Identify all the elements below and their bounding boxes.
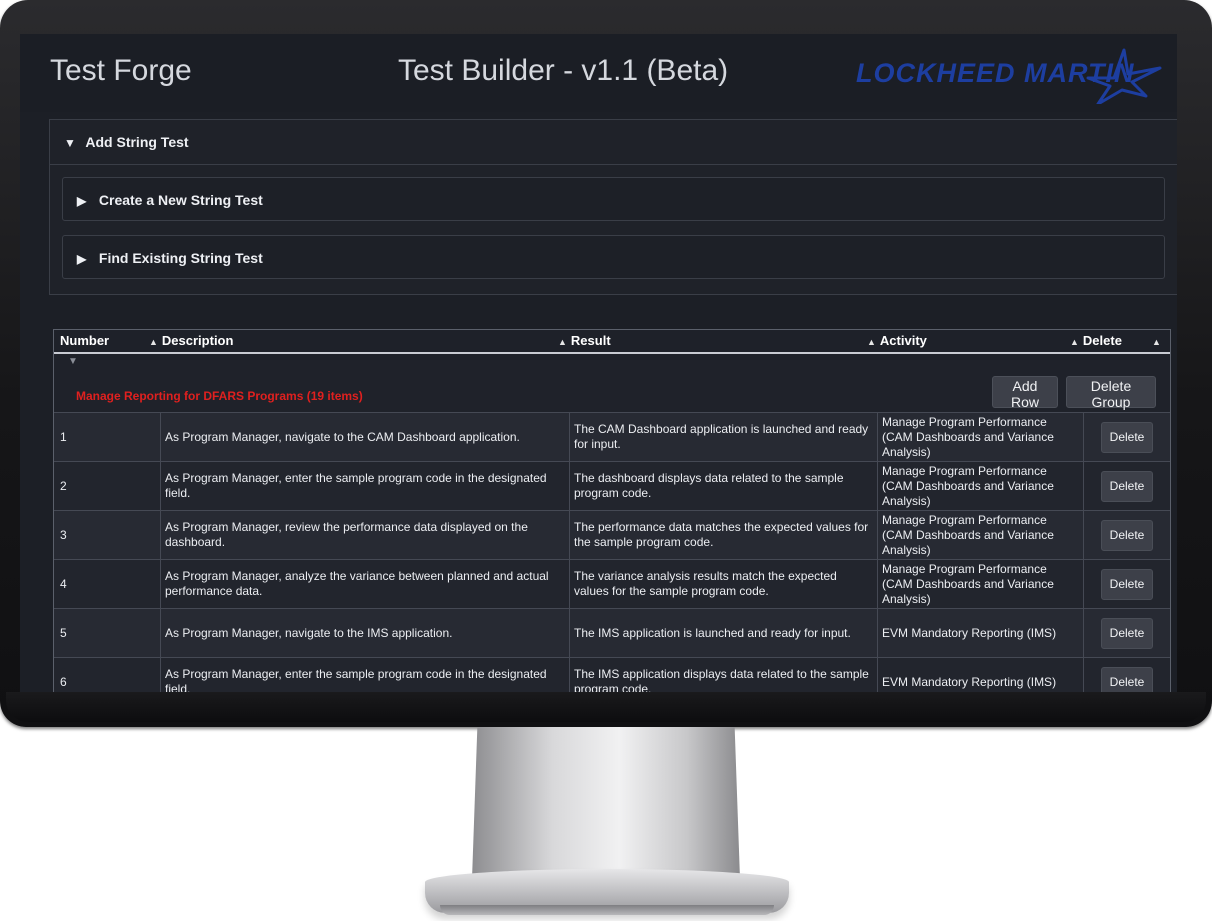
delete-row-button[interactable]: Delete [1100, 519, 1154, 551]
test-steps-grid: Number ▲ Description ▲ Result ▲ Activity ▲ D… [53, 329, 1171, 692]
star-logo-icon [1086, 48, 1162, 104]
cell-result[interactable]: The dashboard displays data related to t… [570, 462, 878, 510]
add-string-test-panel: ▼ Add String Test ▶ Create a New String … [49, 119, 1177, 295]
group-collapse-icon[interactable]: ▼ [68, 356, 78, 367]
group-row: ▼ Manage Reporting for DFARS Programs (1… [54, 354, 1170, 412]
company-logo: LOCKHEED MARTIN [856, 48, 1176, 104]
table-row: 2 As Program Manager, enter the sample p… [54, 461, 1170, 510]
cell-result[interactable]: The CAM Dashboard application is launche… [570, 413, 878, 461]
cell-activity[interactable]: Manage Program Performance (CAM Dashboar… [878, 511, 1084, 559]
app-brand: Test Forge [50, 54, 192, 87]
table-row: 4 As Program Manager, analyze the varian… [54, 559, 1170, 608]
group-label: Manage Reporting for DFARS Programs (19 … [76, 389, 363, 403]
cell-activity[interactable]: EVM Mandatory Reporting (IMS) [878, 609, 1084, 657]
cell-number[interactable]: 2 [54, 462, 161, 510]
cell-delete: Delete [1084, 560, 1170, 608]
delete-row-button[interactable]: Delete [1100, 421, 1154, 453]
cell-description[interactable]: As Program Manager, enter the sample pro… [161, 658, 570, 692]
cell-number[interactable]: 5 [54, 609, 161, 657]
caret-right-icon: ▶ [77, 194, 87, 208]
delete-group-button[interactable]: Delete Group [1066, 376, 1156, 410]
sort-up-icon: ▲ [1070, 337, 1079, 347]
cell-description[interactable]: As Program Manager, review the performan… [161, 511, 570, 559]
table-row: 3 As Program Manager, review the perform… [54, 510, 1170, 559]
table-row: 5 As Program Manager, navigate to the IM… [54, 608, 1170, 657]
monitor-screen: Test Forge Test Builder - v1.1 (Beta) LO… [20, 34, 1177, 692]
column-header-result[interactable]: ▲ Result [558, 333, 611, 348]
cell-activity[interactable]: Manage Program Performance (CAM Dashboar… [878, 560, 1084, 608]
cell-number[interactable]: 6 [54, 658, 161, 692]
cell-number[interactable]: 1 [54, 413, 161, 461]
create-new-string-test-label: Create a New String Test [98, 192, 263, 208]
monitor-stand-edge [440, 905, 774, 915]
column-header-activity[interactable]: ▲ Activity [867, 333, 927, 348]
caret-down-icon: ▼ [64, 136, 76, 150]
create-new-string-test-panel[interactable]: ▶ Create a New String Test [62, 177, 1165, 221]
cell-description[interactable]: As Program Manager, analyze the variance… [161, 560, 570, 608]
cell-result[interactable]: The performance data matches the expecte… [570, 511, 878, 559]
cell-delete: Delete [1084, 413, 1170, 461]
monitor-stand-neck [472, 727, 740, 879]
cell-activity[interactable]: Manage Program Performance (CAM Dashboar… [878, 462, 1084, 510]
delete-row-button[interactable]: Delete [1100, 470, 1154, 502]
cell-delete: Delete [1084, 609, 1170, 657]
cell-result[interactable]: The variance analysis results match the … [570, 560, 878, 608]
cell-delete: Delete [1084, 658, 1170, 692]
cell-number[interactable]: 4 [54, 560, 161, 608]
page-title: Test Builder - v1.1 (Beta) [398, 54, 729, 87]
monitor-chin [6, 692, 1206, 722]
delete-row-button[interactable]: Delete [1100, 666, 1154, 692]
sort-up-icon: ▲ [558, 337, 567, 347]
cell-description[interactable]: As Program Manager, navigate to the IMS … [161, 609, 570, 657]
cell-activity[interactable]: EVM Mandatory Reporting (IMS) [878, 658, 1084, 692]
cell-activity[interactable]: Manage Program Performance (CAM Dashboar… [878, 413, 1084, 461]
scroll-up-icon[interactable]: ▲ [1152, 333, 1165, 348]
delete-row-button[interactable]: Delete [1100, 568, 1154, 600]
column-header-description[interactable]: ▲ Description [149, 333, 233, 348]
cell-description[interactable]: As Program Manager, enter the sample pro… [161, 462, 570, 510]
add-string-test-label: Add String Test [85, 134, 189, 150]
add-string-test-header[interactable]: ▼ Add String Test [50, 120, 1177, 165]
sort-up-icon: ▲ [867, 337, 876, 347]
grid-rows: 1 As Program Manager, navigate to the CA… [54, 412, 1170, 692]
column-header-delete[interactable]: ▲ Delete [1070, 333, 1122, 348]
app-header: Test Forge Test Builder - v1.1 (Beta) LO… [20, 34, 1177, 112]
table-row: 6 As Program Manager, enter the sample p… [54, 657, 1170, 692]
add-row-button[interactable]: Add Row [992, 376, 1058, 410]
cell-description[interactable]: As Program Manager, navigate to the CAM … [161, 413, 570, 461]
caret-right-icon: ▶ [77, 252, 87, 266]
cell-delete: Delete [1084, 511, 1170, 559]
cell-delete: Delete [1084, 462, 1170, 510]
grid-header: Number ▲ Description ▲ Result ▲ Activity ▲ D… [54, 330, 1170, 354]
cell-result[interactable]: The IMS application displays data relate… [570, 658, 878, 692]
delete-row-button[interactable]: Delete [1100, 617, 1154, 649]
column-header-number[interactable]: Number [60, 333, 109, 348]
cell-result[interactable]: The IMS application is launched and read… [570, 609, 878, 657]
cell-number[interactable]: 3 [54, 511, 161, 559]
find-existing-string-test-label: Find Existing String Test [98, 250, 263, 266]
table-row: 1 As Program Manager, navigate to the CA… [54, 412, 1170, 461]
find-existing-string-test-panel[interactable]: ▶ Find Existing String Test [62, 235, 1165, 279]
sort-up-icon: ▲ [149, 337, 158, 347]
